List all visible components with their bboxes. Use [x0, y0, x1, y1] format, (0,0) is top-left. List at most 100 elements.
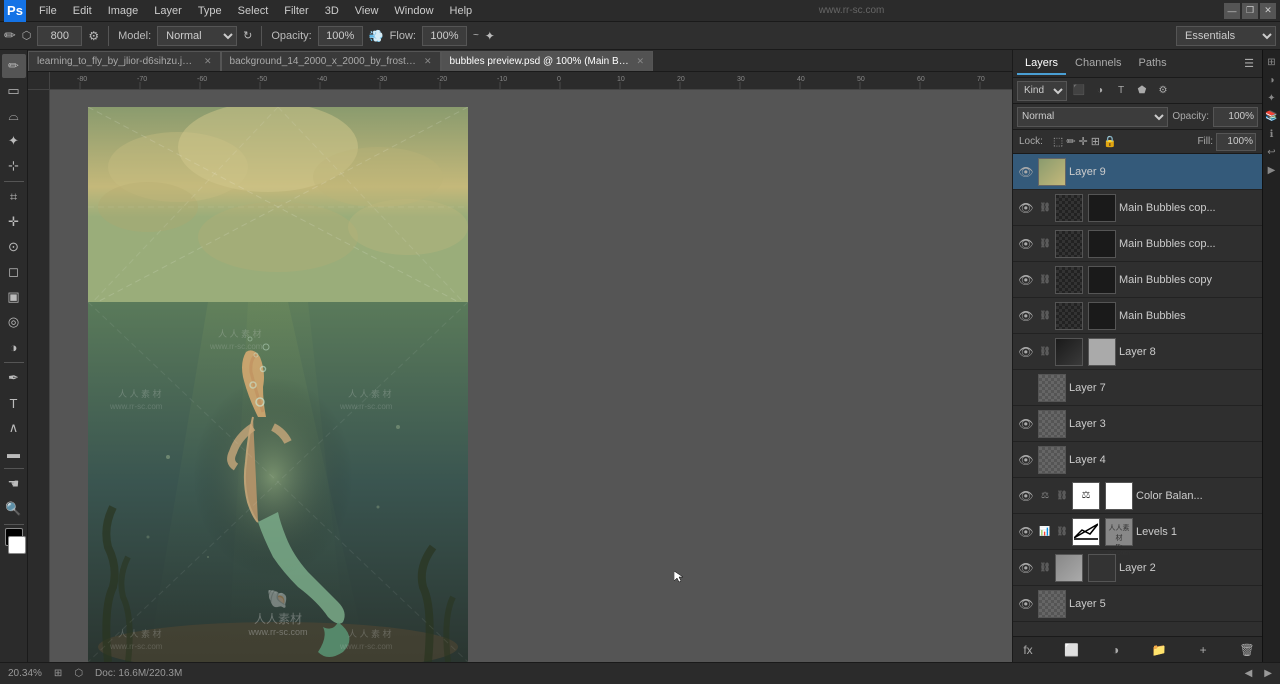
layer-eye-layer9[interactable]: 👁	[1017, 165, 1035, 179]
tool-path[interactable]: ∧	[2, 416, 26, 440]
lock-move-icon[interactable]: ✛	[1079, 135, 1088, 148]
layer-eye-layer5[interactable]: 👁	[1017, 597, 1035, 611]
lock-all-icon[interactable]: 🔒	[1103, 135, 1117, 148]
layer-group-button[interactable]: 📁	[1148, 639, 1170, 661]
filter-pixel-icon[interactable]: ⬛	[1070, 82, 1088, 100]
fill-value-input[interactable]: 100%	[1216, 133, 1256, 151]
tab-bubbles[interactable]: bubbles preview.psd @ 100% (Main Bubbles…	[441, 51, 654, 71]
tool-type[interactable]: T	[2, 391, 26, 415]
filter-kind-select[interactable]: Kind	[1017, 81, 1067, 101]
tab-close-3[interactable]: ✕	[637, 56, 645, 67]
lock-artboard-icon[interactable]: ⊞	[1091, 135, 1100, 148]
properties-icon[interactable]: ⊞	[1264, 54, 1280, 70]
tool-dodge[interactable]: ◑	[2, 335, 26, 359]
workspace-select[interactable]: Essentials	[1176, 26, 1276, 46]
menu-3d[interactable]: 3D	[318, 3, 346, 19]
tab-layers[interactable]: Layers	[1017, 53, 1066, 75]
menu-file[interactable]: File	[32, 3, 64, 19]
airbrush-icon[interactable]: 💨	[369, 29, 384, 43]
filter-adjust-icon[interactable]: ◑	[1091, 82, 1109, 100]
menu-image[interactable]: Image	[101, 3, 146, 19]
opacity-value-input[interactable]: 100%	[1213, 107, 1258, 127]
layer-eye-layer8[interactable]: 👁	[1017, 345, 1035, 359]
info-icon[interactable]: ℹ	[1264, 126, 1280, 142]
layer-eye-mb[interactable]: 👁	[1017, 309, 1035, 323]
opacity-input[interactable]: 100%	[318, 26, 363, 46]
adjustments-icon[interactable]: ◑	[1264, 72, 1280, 88]
tool-eraser[interactable]: ◻	[2, 260, 26, 284]
layer-new-button[interactable]: +	[1192, 639, 1214, 661]
history-icon[interactable]: ↩	[1264, 144, 1280, 160]
tool-stamp[interactable]: ⊙	[2, 235, 26, 259]
tab-background[interactable]: background_14_2000_x_2000_by_frostbo-d45…	[221, 51, 441, 71]
tool-zoom[interactable]: 🔍	[2, 497, 26, 521]
tab-close-2[interactable]: ✕	[424, 56, 432, 67]
menu-window[interactable]: Window	[387, 3, 440, 19]
layer-row-layer3[interactable]: 👁 Layer 3	[1013, 406, 1262, 442]
tab-channels[interactable]: Channels	[1067, 53, 1129, 75]
layer-eye-mbc[interactable]: 👁	[1017, 273, 1035, 287]
layer-row-levels[interactable]: 👁 📊 ⛓ 人人素材rr-sc.com Levels 1	[1013, 514, 1262, 550]
lock-transparent-icon[interactable]: ⬚	[1053, 135, 1063, 148]
styles-icon[interactable]: ✦	[1264, 90, 1280, 106]
layer-row-main-bubbles[interactable]: 👁 ⛓ Main Bubbles	[1013, 298, 1262, 334]
menu-help[interactable]: Help	[443, 3, 480, 19]
layer-mask-button[interactable]: ⬜	[1061, 639, 1083, 661]
tool-lasso[interactable]: ⌓	[2, 104, 26, 128]
layer-eye-layer3[interactable]: 👁	[1017, 417, 1035, 431]
tab-learning[interactable]: learning_to_fly_by_jlior-d6sihzu.jpg @ 1…	[28, 51, 221, 71]
layer-adjustment-button[interactable]: ◑	[1105, 639, 1127, 661]
status-nav-left[interactable]: ◀	[1245, 668, 1253, 679]
tool-marquee[interactable]: ▭	[2, 79, 26, 103]
menu-view[interactable]: View	[348, 3, 386, 19]
layer-row-layer5[interactable]: 👁 Layer 5	[1013, 586, 1262, 622]
layer-eye-mb3[interactable]: 👁	[1017, 201, 1035, 215]
tool-heal[interactable]: ✛	[2, 210, 26, 234]
tool-magic-wand[interactable]: ✦	[2, 129, 26, 153]
lock-paint-icon[interactable]: ✏	[1066, 135, 1075, 148]
layer-eye-cb[interactable]: 👁	[1017, 489, 1035, 503]
smoothing-icon[interactable]: ~	[473, 30, 479, 41]
tool-hand[interactable]: ☚	[2, 472, 26, 496]
brush-size-input[interactable]: 800	[37, 26, 82, 46]
panel-menu-icon[interactable]: ☰	[1240, 55, 1258, 73]
layer-eye-mb2[interactable]: 👁	[1017, 237, 1035, 251]
canvas-image-container[interactable]: 人 人 素 材 www.rr-sc.com 人 人 素 材 www.rr-sc.…	[88, 107, 468, 662]
menu-layer[interactable]: Layer	[147, 3, 189, 19]
tool-gradient[interactable]: ▣	[2, 285, 26, 309]
tool-crop[interactable]: ⊹	[2, 154, 26, 178]
close-button[interactable]: ✕	[1260, 3, 1276, 19]
menu-select[interactable]: Select	[231, 3, 276, 19]
menu-type[interactable]: Type	[191, 3, 229, 19]
tool-blur[interactable]: ◎	[2, 310, 26, 334]
layer-row-main-bubbles-3[interactable]: 👁 ⛓ Main Bubbles cop...	[1013, 190, 1262, 226]
layer-delete-button[interactable]: 🗑	[1236, 639, 1258, 661]
layer-row-layer7[interactable]: Layer 7	[1013, 370, 1262, 406]
layer-row-layer8[interactable]: 👁 ⛓ Layer 8	[1013, 334, 1262, 370]
layer-fx-button[interactable]: fx	[1017, 639, 1039, 661]
layer-row-main-bubbles-2[interactable]: 👁 ⛓ Main Bubbles cop...	[1013, 226, 1262, 262]
tab-paths[interactable]: Paths	[1131, 53, 1175, 75]
background-color[interactable]	[8, 536, 26, 554]
minimize-button[interactable]: —	[1224, 3, 1240, 19]
layer-eye-layer4[interactable]: 👁	[1017, 453, 1035, 467]
layer-row-layer4[interactable]: 👁 Layer 4	[1013, 442, 1262, 478]
tool-brush[interactable]: ✏	[2, 54, 26, 78]
libraries-icon[interactable]: 📚	[1264, 108, 1280, 124]
filter-shape-icon[interactable]: ⬟	[1133, 82, 1151, 100]
tool-eyedropper[interactable]: ⌗	[2, 185, 26, 209]
tablet-icon[interactable]: ✦	[485, 29, 495, 43]
menu-edit[interactable]: Edit	[66, 3, 99, 19]
tool-shape[interactable]: ▬	[2, 441, 26, 465]
layer-row-colorbalance[interactable]: 👁 ⚖ ⛓ ⚖ Color Balan...	[1013, 478, 1262, 514]
blend-mode-select[interactable]: Normal Multiply Screen Overlay	[1017, 107, 1168, 127]
filter-smart-icon[interactable]: ⚙	[1154, 82, 1172, 100]
layer-row-layer9[interactable]: 👁 Layer 9	[1013, 154, 1262, 190]
maximize-button[interactable]: ❐	[1242, 3, 1258, 19]
canvas-content[interactable]: -80-70-60-50-40-30-20-10010203040506070	[28, 72, 1012, 662]
layer-eye-lv[interactable]: 👁	[1017, 525, 1035, 539]
tab-close-1[interactable]: ✕	[204, 56, 212, 67]
status-nav-right[interactable]: ▶	[1264, 668, 1272, 679]
tool-pen[interactable]: ✒	[2, 366, 26, 390]
brush-options-icon[interactable]: ⚙	[88, 29, 99, 43]
